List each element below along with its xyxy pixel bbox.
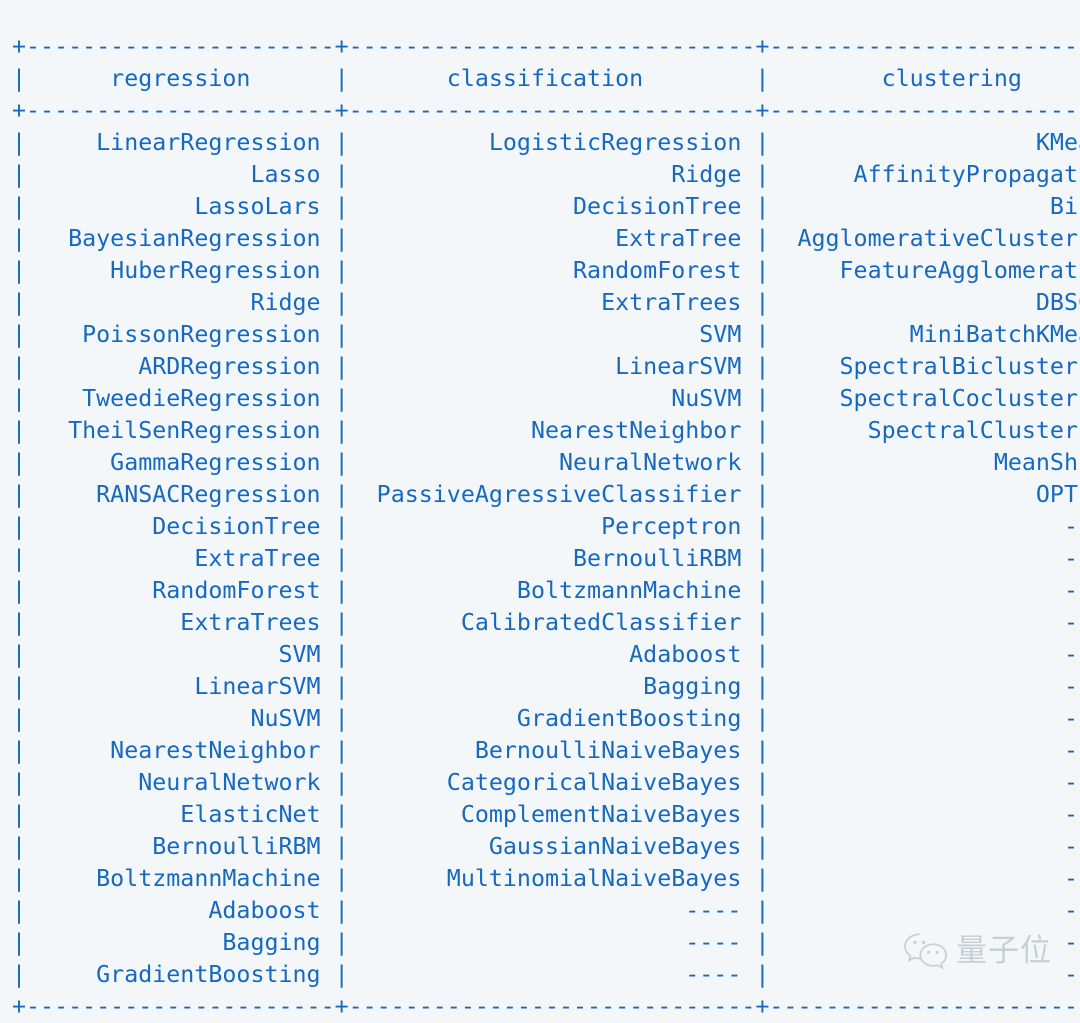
ascii-algorithms-table: +----------------------+----------------… — [0, 23, 1080, 1020]
